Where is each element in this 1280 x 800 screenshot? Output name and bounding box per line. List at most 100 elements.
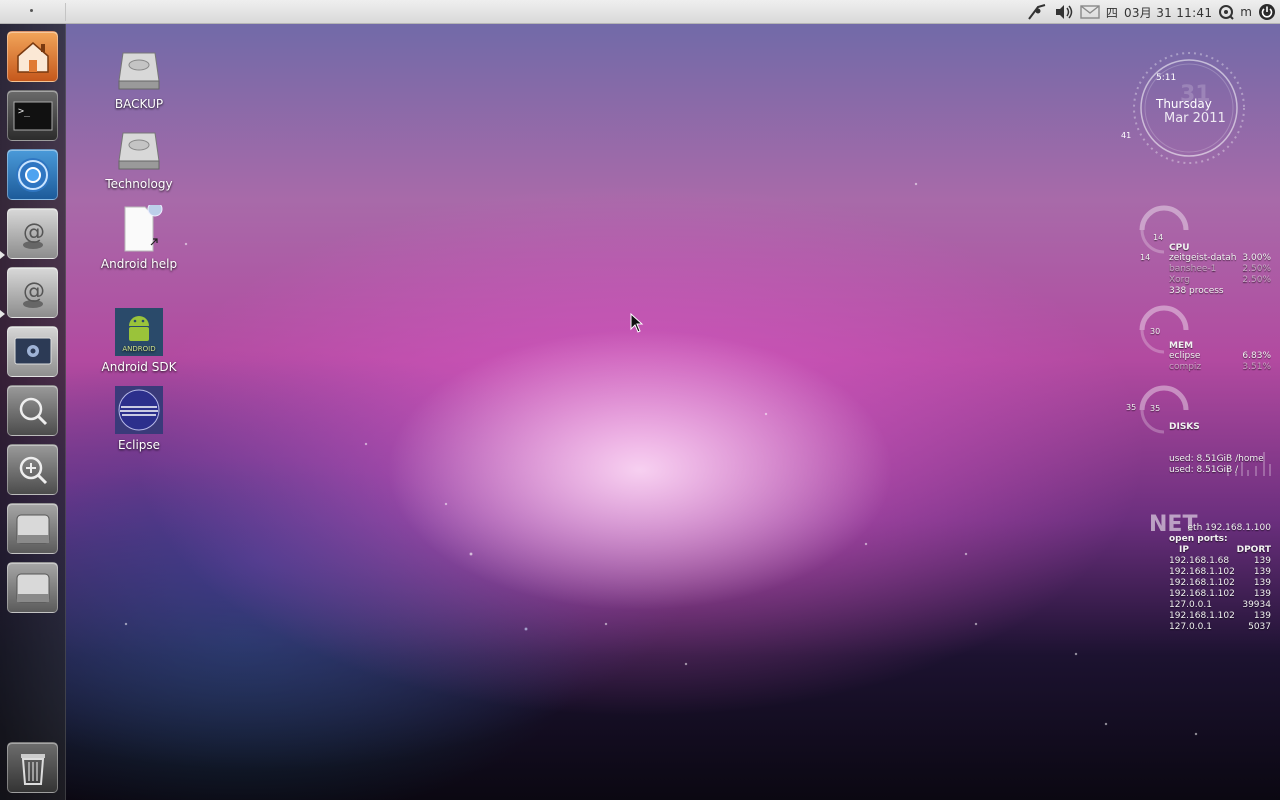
hard-drive-icon bbox=[16, 514, 49, 543]
user-name[interactable]: m bbox=[1240, 2, 1252, 22]
clock-label[interactable]: 03月 31 11:41 bbox=[1124, 2, 1212, 22]
weekday-label[interactable]: 四 bbox=[1106, 2, 1118, 22]
hard-drive-icon bbox=[16, 573, 49, 602]
settings-icon bbox=[14, 337, 51, 364]
cpu-row: Xorg 2.50% bbox=[1169, 275, 1271, 286]
disks-ring-value-2: 35 bbox=[1150, 404, 1161, 413]
net-port: 139 bbox=[1253, 578, 1271, 588]
net-ip: 192.168.1.102 bbox=[1169, 578, 1235, 588]
launcher-terminal[interactable]: >_ bbox=[7, 90, 58, 141]
net-table-header: IP DPORT bbox=[1169, 545, 1271, 556]
net-table-row: 127.0.0.1 39934 bbox=[1169, 600, 1271, 611]
home-folder-icon bbox=[16, 41, 49, 73]
terminal-glyph: >_ bbox=[18, 106, 31, 117]
launcher-search[interactable] bbox=[7, 385, 58, 436]
desktop-icon-label: Android SDK bbox=[101, 360, 177, 374]
android-icon: ANDROID bbox=[115, 308, 163, 356]
cpu-process-count: 338 process bbox=[1169, 286, 1271, 297]
mem-row: eclipse 6.83% bbox=[1169, 351, 1271, 362]
launcher-drive-2[interactable] bbox=[7, 562, 58, 613]
net-port: 139 bbox=[1253, 611, 1271, 621]
cpu-process-value: 2.50% bbox=[1242, 275, 1271, 285]
search-icon bbox=[19, 397, 47, 425]
net-port: 139 bbox=[1253, 589, 1271, 599]
net-table-row: 127.0.0.1 5037 bbox=[1169, 622, 1271, 633]
eclipse-icon bbox=[115, 386, 163, 434]
trash-icon bbox=[20, 753, 45, 785]
desktop-icon-label: Android help bbox=[100, 257, 178, 271]
wallpaper-stars bbox=[66, 24, 1280, 800]
desktop-icon-eclipse[interactable]: Eclipse bbox=[91, 386, 187, 453]
android-logo-text: ANDROID bbox=[122, 345, 155, 353]
net-ip: 192.168.1.68 bbox=[1169, 556, 1230, 566]
net-table-row: 192.168.1.102 139 bbox=[1169, 589, 1271, 600]
panel-menu-dot[interactable] bbox=[30, 9, 33, 12]
clock-weekday: Thursday bbox=[1156, 97, 1212, 111]
desktop-icon-technology[interactable]: Technology bbox=[91, 125, 187, 192]
conky-mem: MEM eclipse 6.83% compiz 3.51% bbox=[1169, 341, 1271, 373]
power-icon[interactable] bbox=[1258, 2, 1276, 22]
desktop-icon-label: Eclipse bbox=[117, 438, 161, 452]
clock-date: Mar 2011 bbox=[1164, 111, 1226, 126]
conky-cpu: CPU zeitgeist-datah 3.00% banshee-1 2.50% … bbox=[1169, 243, 1271, 297]
net-port: 39934 bbox=[1242, 600, 1271, 610]
desktop-icon-label: Technology bbox=[105, 177, 173, 191]
cpu-row: zeitgeist-datah 3.00% bbox=[1169, 253, 1271, 264]
mail-envelope-icon[interactable] bbox=[1080, 2, 1100, 22]
mem-row: compiz 3.51% bbox=[1169, 362, 1271, 373]
cpu-ring-value: 14 bbox=[1153, 233, 1164, 242]
net-col-dport: DPORT bbox=[1236, 545, 1271, 555]
desktop-icon-label: BACKUP bbox=[114, 97, 164, 111]
net-interface: eth 192.168.1.100 bbox=[1169, 523, 1271, 534]
net-table-row: 192.168.1.102 139 bbox=[1169, 611, 1271, 622]
desktop-screen: 四 03月 31 11:41 m >_ @ @ BACKUP Technolog… bbox=[0, 0, 1280, 800]
mem-process-value: 6.83% bbox=[1242, 351, 1271, 361]
disks-ring-value: 35 bbox=[1126, 403, 1137, 412]
launcher-mail-2[interactable]: @ bbox=[7, 267, 58, 318]
launcher-chromium[interactable] bbox=[7, 149, 58, 200]
running-indicator-mail-1 bbox=[0, 251, 5, 259]
net-interface-text: eth 192.168.1.100 bbox=[1187, 523, 1271, 533]
terminal-icon: >_ bbox=[13, 101, 52, 130]
volume-icon[interactable] bbox=[1054, 2, 1074, 22]
launcher-drive-1[interactable] bbox=[7, 503, 58, 554]
net-table-row: 192.168.1.102 139 bbox=[1169, 578, 1271, 589]
cpu-process-count-text: 338 process bbox=[1169, 286, 1224, 296]
clock-tick-label: 41 bbox=[1121, 131, 1132, 140]
net-port: 139 bbox=[1253, 556, 1271, 566]
conky-net: eth 192.168.1.100 open ports: IP DPORT 19… bbox=[1169, 523, 1271, 633]
panel-divider bbox=[65, 3, 66, 21]
cpu-row: banshee-1 2.50% bbox=[1169, 264, 1271, 275]
cpu-process-value: 2.50% bbox=[1242, 264, 1271, 274]
desktop-icon-android-sdk[interactable]: ANDROID Android SDK bbox=[91, 308, 187, 375]
net-ip: 127.0.0.1 bbox=[1169, 622, 1212, 632]
mail-glyph-2: @ bbox=[23, 279, 45, 304]
launcher-trash[interactable] bbox=[7, 742, 58, 793]
net-table-row: 192.168.1.102 139 bbox=[1169, 567, 1271, 578]
mem-ring-value: 30 bbox=[1150, 327, 1161, 336]
mem-process-name: compiz bbox=[1169, 362, 1202, 372]
launcher-mail-1[interactable]: @ bbox=[7, 208, 58, 259]
mem-title: MEM bbox=[1169, 341, 1194, 351]
cpu-process-value: 3.00% bbox=[1242, 253, 1271, 263]
cpu-process-name: banshee-1 bbox=[1169, 264, 1217, 274]
mail-at-icon: @ bbox=[22, 220, 45, 249]
desktop-icon-backup[interactable]: BACKUP bbox=[91, 45, 187, 112]
net-open-ports-label: open ports: bbox=[1169, 534, 1228, 544]
disk-io-graph bbox=[1227, 452, 1271, 476]
net-ip: 192.168.1.102 bbox=[1169, 567, 1235, 577]
launcher-settings[interactable] bbox=[7, 326, 58, 377]
launcher-home[interactable] bbox=[7, 31, 58, 82]
mouse-cursor-icon bbox=[630, 313, 644, 333]
desktop-icon-android-help[interactable]: Android help bbox=[91, 201, 187, 272]
hard-drive-icon bbox=[115, 125, 163, 173]
network-icon[interactable] bbox=[1026, 2, 1048, 22]
net-ip: 192.168.1.102 bbox=[1169, 589, 1235, 599]
net-col-ip: IP bbox=[1179, 545, 1189, 555]
launcher-zoom[interactable] bbox=[7, 444, 58, 495]
chat-status-icon[interactable] bbox=[1218, 2, 1235, 22]
zoom-in-icon bbox=[19, 456, 47, 484]
running-indicator-mail-2 bbox=[0, 310, 5, 318]
hard-drive-icon bbox=[115, 45, 163, 93]
cpu-process-name: Xorg bbox=[1169, 275, 1190, 285]
